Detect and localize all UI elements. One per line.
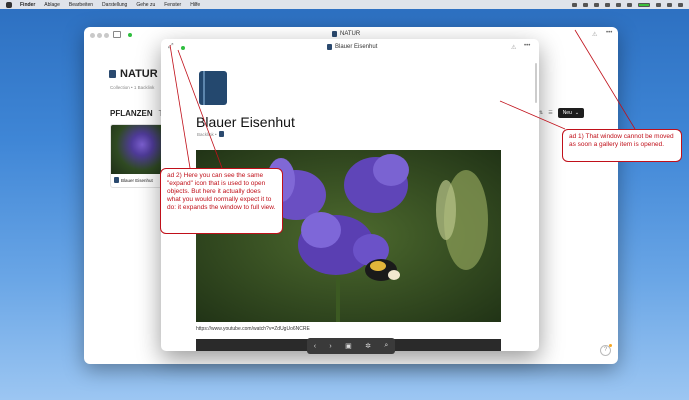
annotation-line <box>574 29 636 130</box>
annotation-line <box>169 44 191 169</box>
annotation-note-2: ad 2) Here you can see the same "expand"… <box>160 168 283 234</box>
annotation-arrows <box>169 29 636 169</box>
annotation-line <box>177 49 223 169</box>
annotation-line <box>499 100 566 130</box>
annotation-note-1: ad 1) That window cannot be moved as soo… <box>562 129 682 162</box>
